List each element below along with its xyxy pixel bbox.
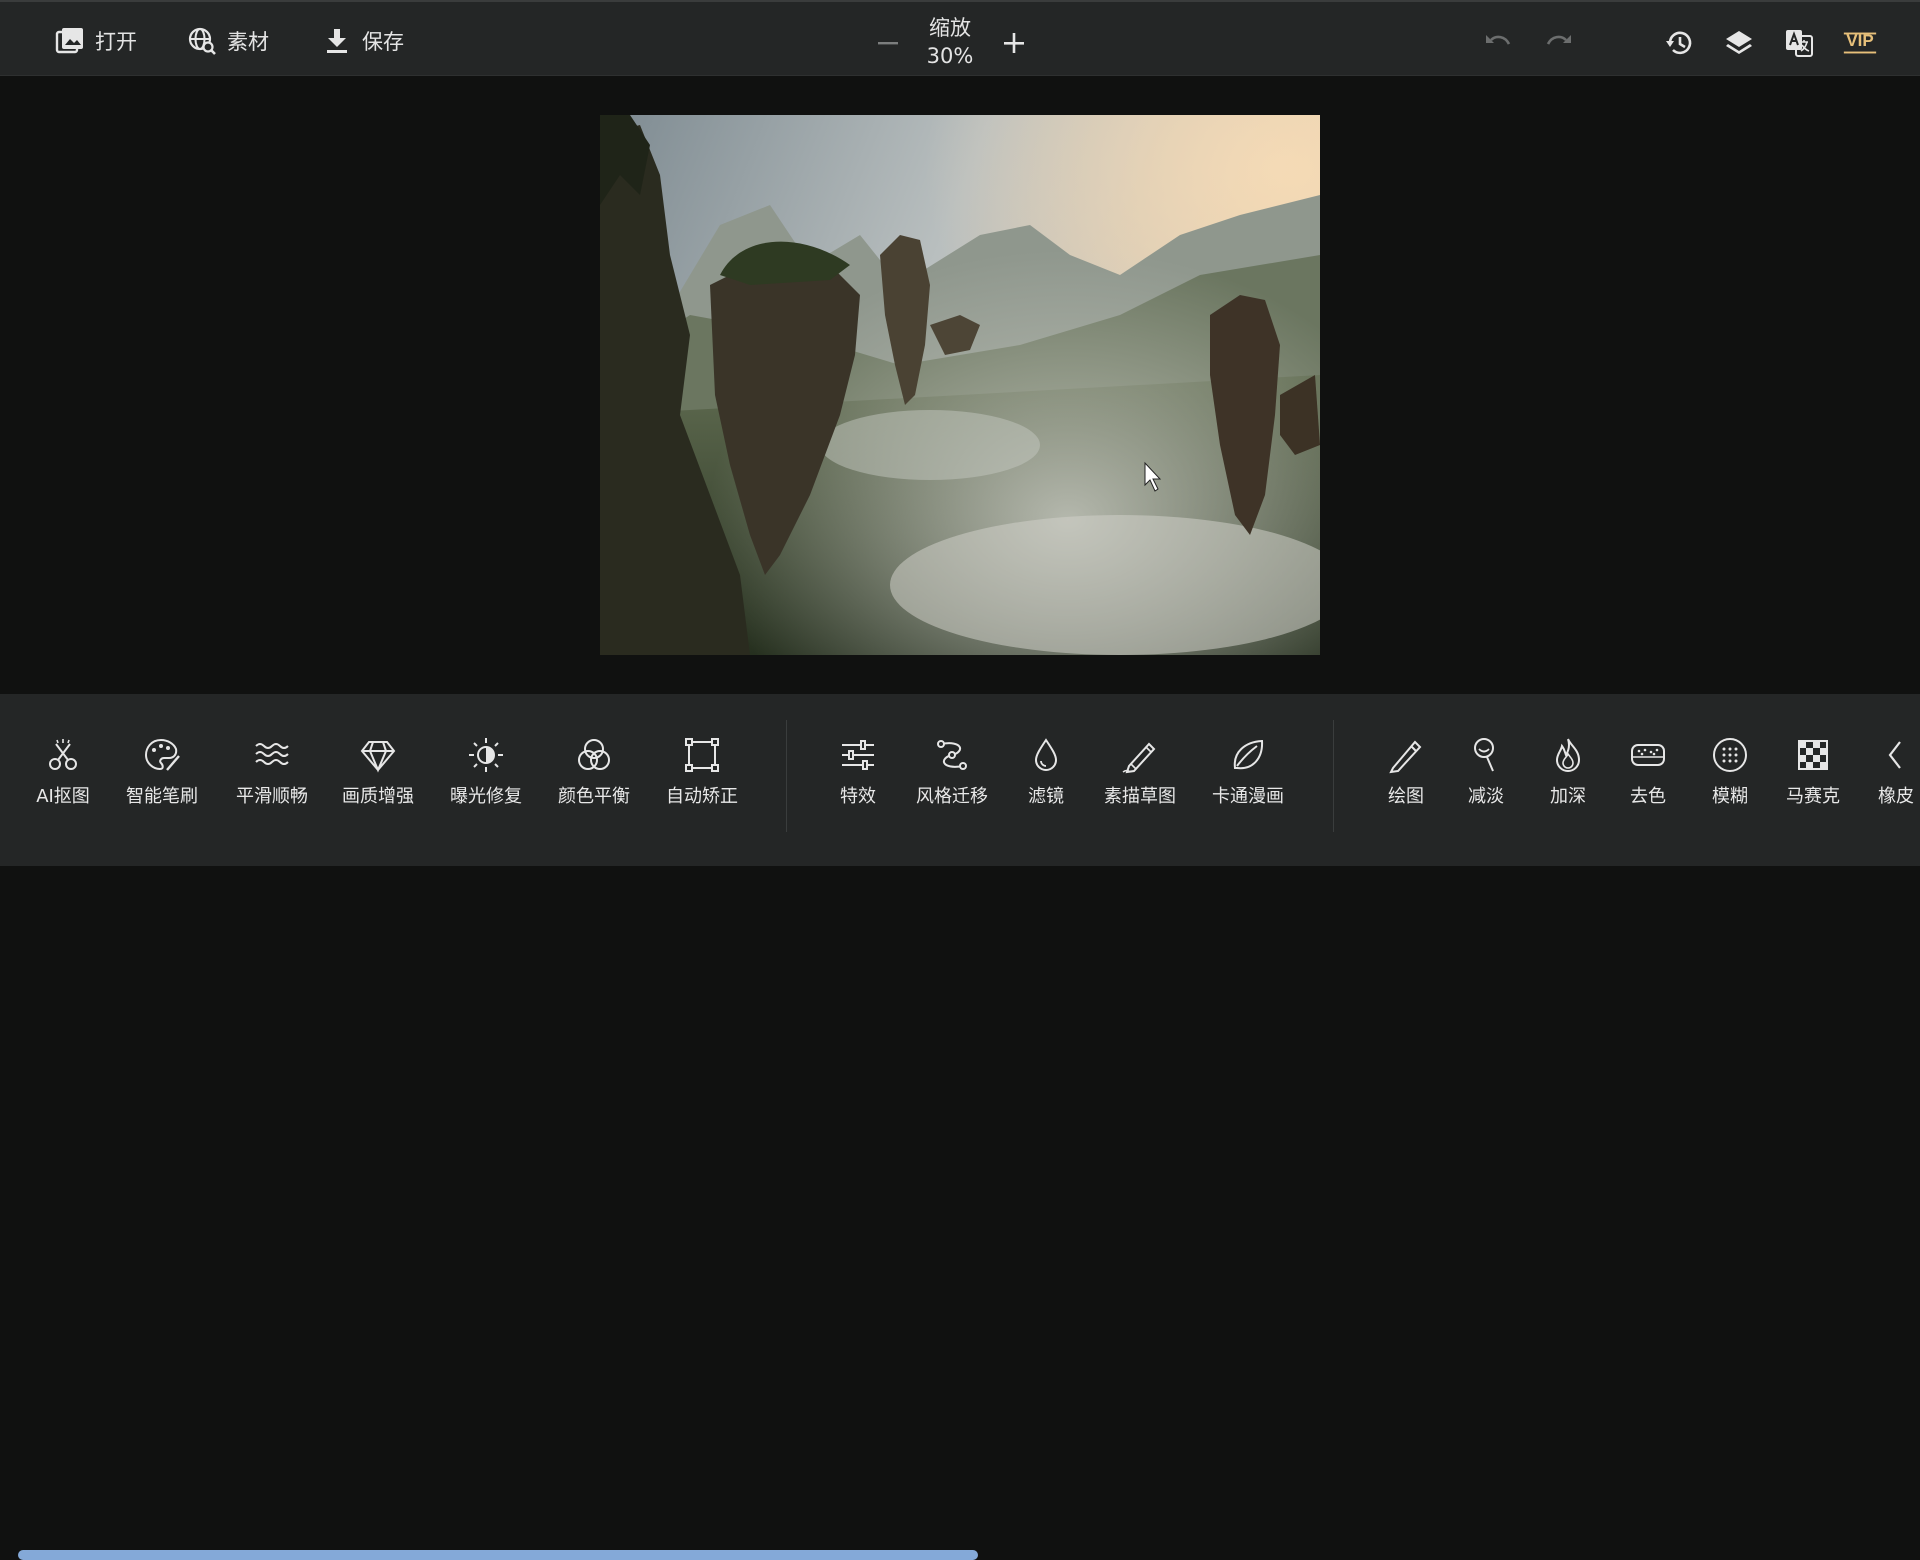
tool-burn[interactable]: 加深 [1544,734,1592,824]
blur-dots-icon [1713,738,1747,772]
image-canvas[interactable] [600,115,1320,655]
plus-icon [1004,33,1024,53]
history-button[interactable] [1662,26,1696,60]
history-icon [1666,31,1692,55]
tool-label: 智能笔刷 [126,786,198,807]
scissors-icon [49,739,77,770]
tool-label: 模糊 [1712,786,1748,807]
tool-draw[interactable]: 绘图 [1382,734,1430,824]
tool-label: 去色 [1630,786,1666,807]
tool-filter[interactable]: 滤镜 [1018,734,1074,824]
tool-label: 滤镜 [1028,786,1064,807]
droplet-icon [1034,738,1058,771]
lollipop-icon [1474,738,1494,772]
tool-label: 颜色平衡 [558,786,630,807]
redo-button[interactable] [1542,26,1576,60]
tool-label: 卡通漫画 [1212,786,1284,807]
tool-dodge[interactable]: 减淡 [1462,734,1510,824]
translate-icon [1786,30,1813,57]
path-nodes-icon [937,740,967,770]
tool-group-divider [786,720,787,832]
tool-eraser[interactable]: 橡皮 [1874,734,1920,824]
minus-icon [878,42,898,45]
save-label: 保存 [362,30,404,54]
tool-label: AI抠图 [36,786,90,807]
image-open-icon [55,28,83,54]
tool-color-balance[interactable]: 颜色平衡 [552,734,636,824]
tool-smart-brush[interactable]: 智能笔刷 [120,734,204,824]
tool-auto-straighten[interactable]: 自动矫正 [660,734,744,824]
vip-button[interactable]: VIP [1840,26,1880,60]
horizontal-scrollbar[interactable] [18,1550,978,1560]
tool-style-transfer[interactable]: 风格迁移 [910,734,994,824]
translate-button[interactable] [1782,26,1816,60]
sun-contrast-icon [469,738,503,772]
zoom-in-button[interactable] [997,26,1031,60]
tool-desaturate[interactable]: 去色 [1624,734,1672,824]
top-toolbar: 打开 素材 保存 缩放 30% VIP [0,0,1920,76]
assets-button[interactable]: 素材 [187,24,269,58]
tool-label: 画质增强 [342,786,414,807]
layers-icon [1726,31,1752,54]
vip-label: VIP [1846,31,1874,50]
tool-label: 风格迁移 [916,786,988,807]
undo-button[interactable] [1481,26,1515,60]
tool-label: 加深 [1550,786,1586,807]
tool-blur[interactable]: 模糊 [1706,734,1754,824]
palette-brush-icon [144,738,180,771]
flame-icon [1555,738,1581,772]
tool-label: 特效 [840,786,876,807]
globe-search-icon [188,27,216,55]
open-button[interactable]: 打开 [55,24,137,58]
leaf-icon [1233,739,1264,770]
tool-label: 素描草图 [1104,786,1176,807]
tool-label: 绘图 [1388,786,1424,807]
pencil-icon [1389,740,1422,774]
tool-ai-cutout[interactable]: AI抠图 [28,734,98,824]
layers-button[interactable] [1722,26,1756,60]
download-icon [327,29,347,53]
assets-label: 素材 [227,30,269,54]
tool-cartoon[interactable]: 卡通漫画 [1206,734,1290,824]
tool-effects[interactable]: 特效 [830,734,886,824]
tool-sketch[interactable]: 素描草图 [1098,734,1182,824]
zoom-out-button[interactable] [871,26,905,60]
checkerboard-icon [1798,740,1828,770]
tool-label: 自动矫正 [666,786,738,807]
tool-mosaic[interactable]: 马赛克 [1780,734,1846,824]
tool-label: 平滑顺畅 [236,786,308,807]
save-button[interactable]: 保存 [322,24,404,58]
tool-group-divider [1333,720,1334,832]
diamond-icon [360,741,396,773]
tool-smooth[interactable]: 平滑顺畅 [230,734,314,824]
tool-label: 橡皮 [1878,786,1914,807]
pencil-sketch-icon [1122,742,1156,774]
eraser-icon [1888,741,1901,769]
tool-exposure-fix[interactable]: 曝光修复 [444,734,528,824]
crop-frame-icon [685,738,719,772]
sponge-icon [1631,744,1665,766]
tool-enhance[interactable]: 画质增强 [336,734,420,824]
tool-label: 曝光修复 [450,786,522,807]
sliders-icon [842,740,874,770]
open-label: 打开 [95,30,137,54]
floating-mountains-image [600,115,1320,655]
undo-icon [1486,35,1511,45]
tool-label: 马赛克 [1786,786,1840,807]
tool-label: 减淡 [1468,786,1504,807]
zoom-label: 缩放 [929,16,971,40]
waves-icon [255,743,289,765]
bottom-tool-panel: AI抠图 智能笔刷 平滑顺畅 画质增强 曝光修复 颜色平衡 自动矫正 特效 风格… [0,694,1920,1560]
zoom-value: 30% [926,44,974,68]
redo-icon [1546,35,1571,45]
color-circles-icon [578,739,610,770]
